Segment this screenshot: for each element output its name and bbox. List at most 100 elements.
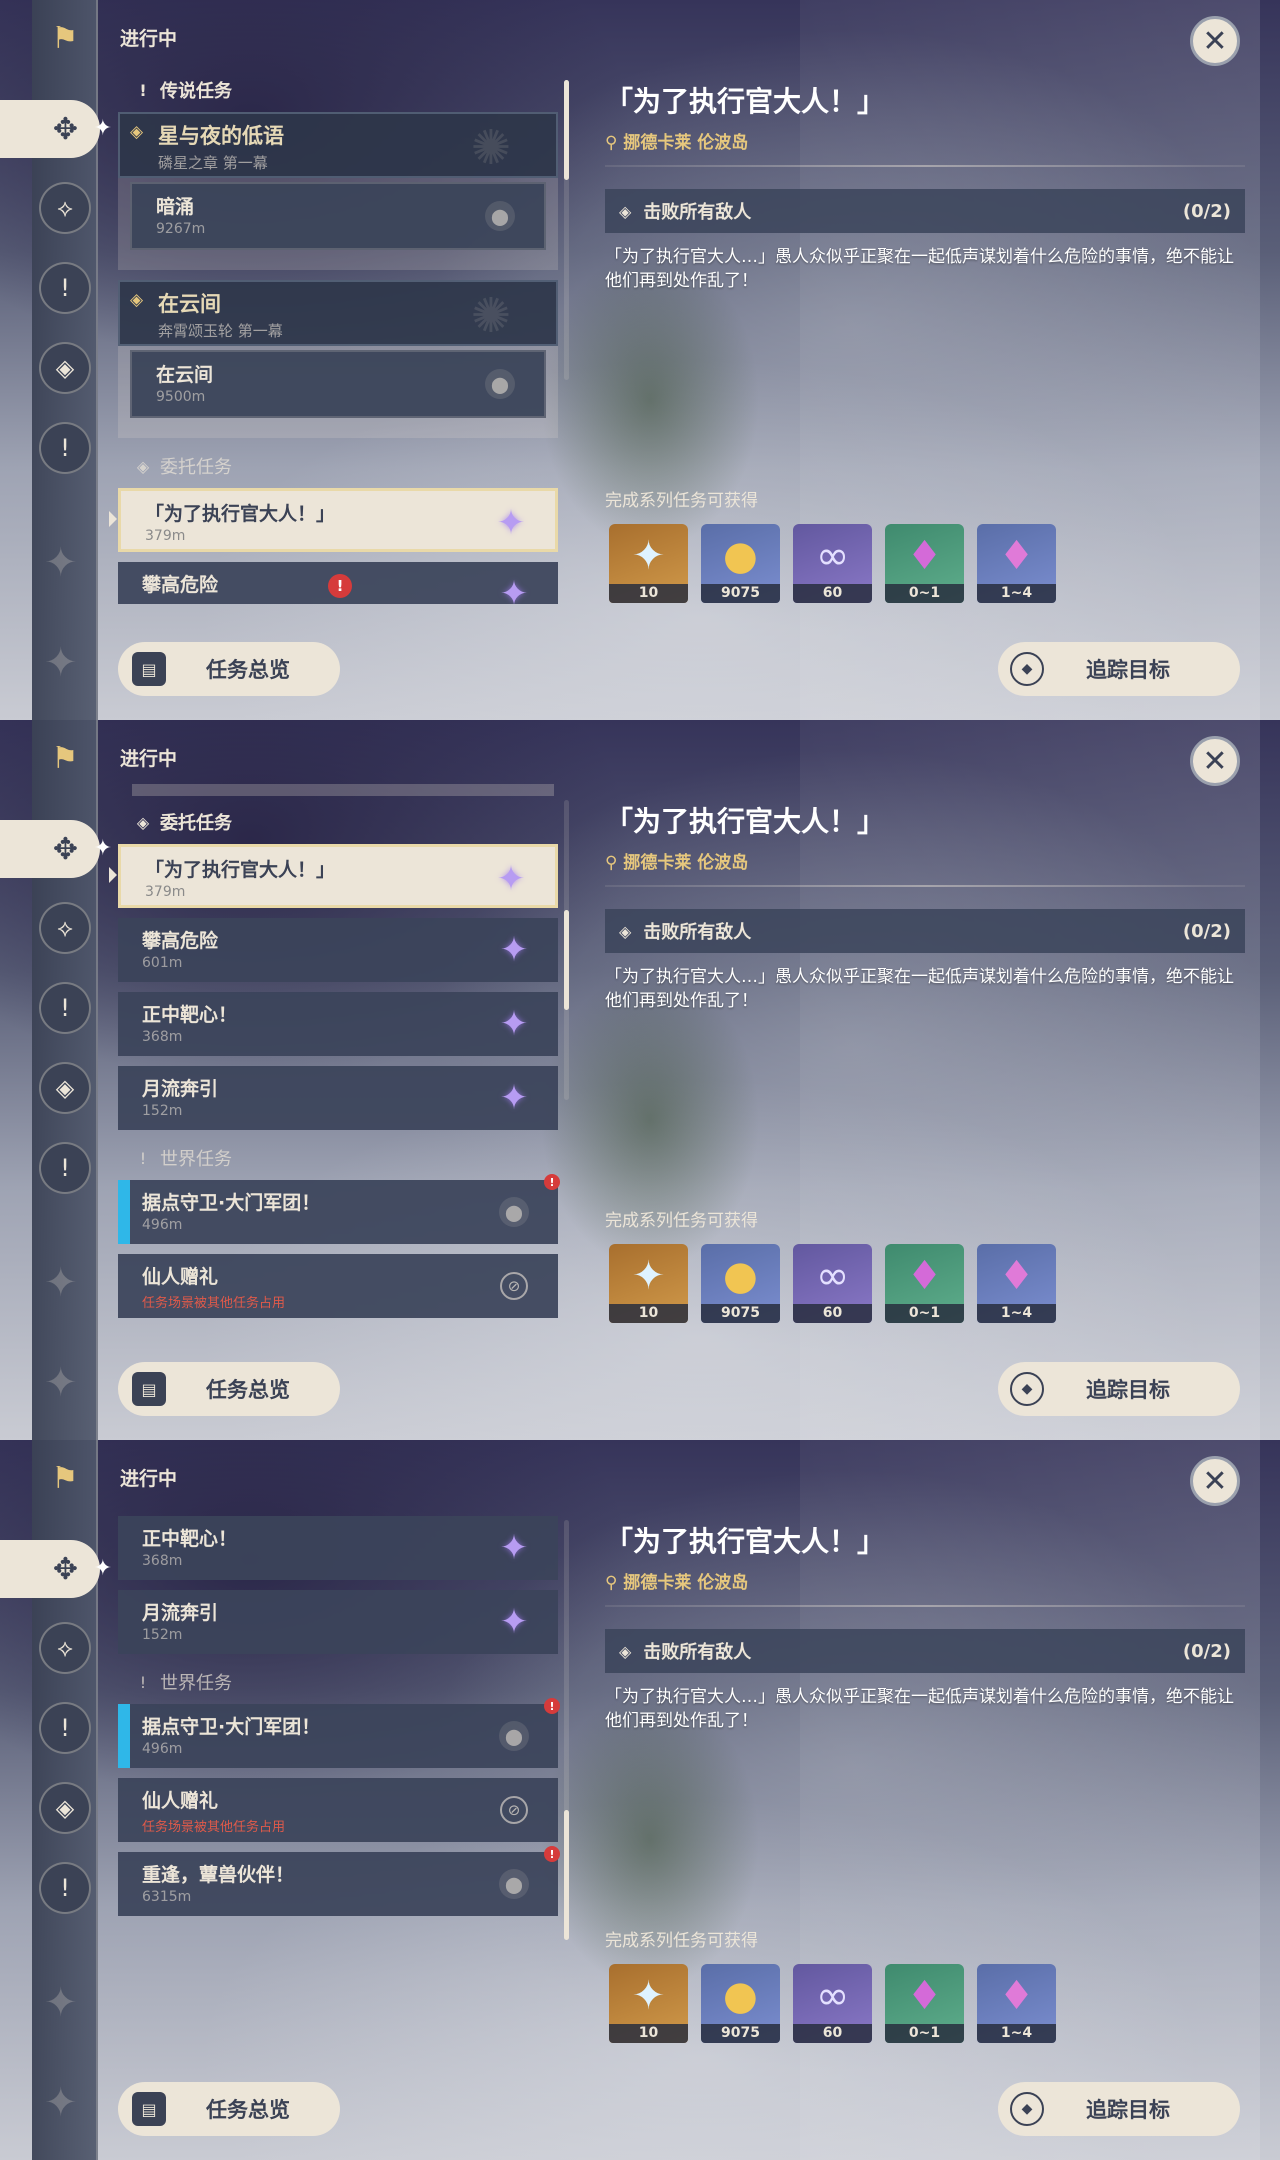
legend-quest-icon[interactable]: ! xyxy=(39,982,91,1034)
legend-quest-icon[interactable]: ! xyxy=(39,262,91,314)
rewards-row: ✦ 10 ● 9075 ∞ 60 ♦ 0~1 ♦ 1~4 xyxy=(609,524,1056,603)
list-item[interactable]: 「为了执行官大人！」 379m ✦ xyxy=(109,844,558,908)
quest-overview-button[interactable]: ▤ 任务总览 xyxy=(118,642,340,696)
event-quest-icon[interactable]: ! xyxy=(39,1862,91,1914)
track-target-button[interactable]: ◆ 追踪目标 xyxy=(998,642,1240,696)
commission-icon[interactable]: ✥ ✦ xyxy=(0,820,112,878)
list-item[interactable]: 攀高危险 ! ✦ xyxy=(118,562,558,604)
reward-item[interactable]: ♦ 0~1 xyxy=(885,1244,964,1323)
list-item[interactable]: 正中靶心！ 368m ✦ xyxy=(118,1516,558,1580)
quest-description: 「为了执行官大人…」愚人众似乎正聚在一起低声谋划着什么危险的事情，绝不能让他们再… xyxy=(605,247,1234,291)
archon-quest-icon[interactable]: ⟡ xyxy=(39,902,91,954)
world-quest-icon: ! xyxy=(139,1672,147,1692)
location-pin-icon: ⚲ xyxy=(605,1573,624,1593)
reward-item[interactable]: ♦ 0~1 xyxy=(885,524,964,603)
list-item[interactable]: 据点守卫·大门军团！ 496m ! ⬤ xyxy=(118,1174,560,1244)
reward-item[interactable]: ♦ 1~4 xyxy=(977,1244,1056,1323)
reward-item[interactable]: ✦ 10 xyxy=(609,1244,688,1323)
archon-quest-icon[interactable]: ⟡ xyxy=(39,1622,91,1674)
archon-quest-icon[interactable]: ⟡ xyxy=(39,182,91,234)
section-legend: ! 传说任务 xyxy=(118,72,558,108)
quest-description: 「为了执行官大人…」愚人众似乎正聚在一起低声谋划着什么危险的事情，绝不能让他们再… xyxy=(605,1687,1234,1731)
scroll-thumb[interactable] xyxy=(564,910,569,1010)
list-item[interactable]: 攀高危险 601m ✦ xyxy=(118,918,558,982)
world-quest-icon[interactable]: ◈ xyxy=(39,1782,91,1834)
quest-list-scrollbar[interactable] xyxy=(564,80,569,380)
divider xyxy=(605,165,1245,167)
reward-item[interactable]: ∞ 60 xyxy=(793,1964,872,2043)
close-button[interactable]: ✕ xyxy=(1190,1456,1240,1506)
list-item[interactable]: 重逢，蕈兽伙伴！ 6315m ! ⬤ xyxy=(118,1846,560,1916)
section-commission: ◈ 委托任务 xyxy=(118,804,558,840)
decorative-star-icon: ✦ xyxy=(44,2080,78,2126)
quest-list-scrollbar[interactable] xyxy=(564,1520,569,1940)
companionship-exp-icon: ∞ xyxy=(815,533,850,579)
decorative-star-icon: ✦ xyxy=(44,640,78,686)
scroll-thumb[interactable] xyxy=(564,80,569,180)
quest-list: ◈ 委托任务 「为了执行官大人！」 379m ✦ 攀高危险 601m ✦ 正中靶心… xyxy=(109,784,560,1328)
companionship-exp-icon: ∞ xyxy=(815,1253,850,1299)
quest-list-scrollbar[interactable] xyxy=(564,800,569,1100)
world-quest-icon[interactable]: ◈ xyxy=(39,342,91,394)
map-pin-icon[interactable]: ⬤ xyxy=(499,1197,529,1227)
quest-book-icon: ▤ xyxy=(132,652,166,686)
chapter-quest-frame: 在云间 9500m ⬤ xyxy=(118,346,558,438)
quest-flag-icon[interactable]: ⚑ xyxy=(39,732,91,784)
close-button[interactable]: ✕ xyxy=(1190,16,1240,66)
list-item[interactable]: 「为了执行官大人！」 379m ✦ xyxy=(109,488,558,552)
reward-item[interactable]: ● 9075 xyxy=(701,1244,780,1323)
close-button[interactable]: ✕ xyxy=(1190,736,1240,786)
quest-location: ⚲ 挪德卡莱 伦波岛 xyxy=(605,133,749,153)
event-quest-icon[interactable]: ! xyxy=(39,1142,91,1194)
list-item[interactable]: 据点守卫·大门军团！ 496m ! ⬤ xyxy=(118,1698,560,1768)
list-item[interactable]: 暗涌 9267m ⬤ xyxy=(130,182,546,250)
quest-flag-icon[interactable]: ⚑ xyxy=(39,1452,91,1504)
reward-item[interactable]: ● 9075 xyxy=(701,1964,780,2043)
decorative-star-icon: ✦ xyxy=(44,1360,78,1406)
list-item[interactable]: 正中靶心！ 368m ✦ xyxy=(118,992,558,1056)
chapter-header[interactable]: ◈ 在云间 奔霄颂玉轮 第一幕 ✺ xyxy=(118,280,558,346)
list-item[interactable]: 月流奔引 152m ✦ xyxy=(118,1066,558,1130)
decorative-star-icon: ✦ xyxy=(44,1980,78,2026)
reward-item[interactable]: ∞ 60 xyxy=(793,1244,872,1323)
quest-book-icon: ▤ xyxy=(132,1372,166,1406)
quest-overview-button[interactable]: ▤ 任务总览 xyxy=(118,1362,340,1416)
quest-overview-button[interactable]: ▤ 任务总览 xyxy=(118,2082,340,2136)
quest-description: 「为了执行官大人…」愚人众似乎正聚在一起低声谋划着什么危险的事情，绝不能让他们再… xyxy=(605,967,1234,1011)
track-target-button[interactable]: ◆ 追踪目标 xyxy=(998,1362,1240,1416)
map-pin-icon[interactable]: ⬤ xyxy=(485,369,515,399)
chapter-header[interactable]: ◈ 星与夜的低语 磷星之章 第一幕 ✺ xyxy=(118,112,558,178)
reward-item[interactable]: ♦ 0~1 xyxy=(885,1964,964,2043)
list-item[interactable]: 月流奔引 152m ✦ xyxy=(118,1590,558,1654)
legend-quest-icon[interactable]: ! xyxy=(39,1702,91,1754)
objective-diamond-icon: ◈ xyxy=(619,921,632,941)
status-label: 进行中 xyxy=(120,28,178,50)
blocked-icon: ⊘ xyxy=(500,1272,528,1300)
list-item[interactable]: 在云间 9500m ⬤ xyxy=(130,350,546,418)
rewards-label: 完成系列任务可获得 xyxy=(605,491,758,511)
event-quest-icon[interactable]: ! xyxy=(39,422,91,474)
map-pin-icon[interactable]: ⬤ xyxy=(499,1869,529,1899)
quest-flag-icon[interactable]: ⚑ xyxy=(39,12,91,64)
commission-icon[interactable]: ✥ ✦ xyxy=(0,1540,112,1598)
reward-item[interactable]: ♦ 1~4 xyxy=(977,524,1056,603)
reward-item[interactable]: ♦ 1~4 xyxy=(977,1964,1056,2043)
reward-item[interactable]: ✦ 10 xyxy=(609,1964,688,2043)
reward-item[interactable]: ● 9075 xyxy=(701,524,780,603)
map-pin-icon[interactable]: ⬤ xyxy=(485,201,515,231)
reward-item[interactable]: ✦ 10 xyxy=(609,524,688,603)
list-item[interactable]: 仙人赠礼 任务场景被其他任务占用 ⊘ xyxy=(118,1778,558,1842)
commission-icon[interactable]: ✥ ✦ xyxy=(0,100,112,158)
primogem-icon: ✦ xyxy=(631,1253,666,1299)
map-pin-icon[interactable]: ⬤ xyxy=(499,1721,529,1751)
world-quest-icon[interactable]: ◈ xyxy=(39,1062,91,1114)
scroll-thumb[interactable] xyxy=(564,1810,569,1940)
status-label: 进行中 xyxy=(120,748,178,770)
close-icon: ✕ xyxy=(1202,743,1228,779)
reward-item[interactable]: ∞ 60 xyxy=(793,524,872,603)
list-item[interactable]: 仙人赠礼 任务场景被其他任务占用 ⊘ xyxy=(118,1254,558,1318)
track-target-button[interactable]: ◆ 追踪目标 xyxy=(998,2082,1240,2136)
quest-list: ! 传说任务 ◈ 星与夜的低语 磷星之章 第一幕 ✺ 暗涌 9267m ⬤ ◈ 在… xyxy=(109,72,558,614)
crystal-cluster-icon: ♦ xyxy=(998,1973,1035,2019)
alert-icon: ! xyxy=(328,574,352,598)
